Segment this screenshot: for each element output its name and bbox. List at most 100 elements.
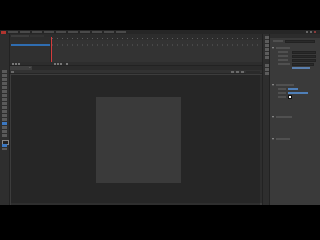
swf-history-toggle-icon[interactable] xyxy=(272,116,274,118)
free-transform-icon[interactable] xyxy=(2,78,7,81)
menu-view[interactable] xyxy=(32,31,42,33)
oval-icon[interactable] xyxy=(2,106,7,109)
motion-presets-icon[interactable] xyxy=(265,64,269,67)
publish-settings-button[interactable] xyxy=(292,67,310,69)
3d-rotation-icon[interactable] xyxy=(2,82,7,85)
collapsed-panels-strip xyxy=(262,34,270,205)
brush-icon[interactable] xyxy=(2,114,7,117)
zoom-icon[interactable] xyxy=(2,134,7,137)
fps-value[interactable] xyxy=(288,88,298,90)
target-select[interactable] xyxy=(292,55,316,58)
properties-section-toggle-icon[interactable] xyxy=(272,84,274,86)
frame-cell-marker xyxy=(92,44,93,46)
edit-bar xyxy=(10,70,262,74)
layer-row[interactable] xyxy=(11,44,50,46)
ruler-tick xyxy=(157,38,158,39)
ruler-tick xyxy=(137,38,138,39)
ruler-tick xyxy=(187,38,188,39)
close-window-icon[interactable] xyxy=(314,31,316,33)
library-panel-icon[interactable] xyxy=(265,44,269,47)
tools-panel xyxy=(0,34,10,205)
frame-cell-marker xyxy=(177,44,178,46)
menu-debug[interactable] xyxy=(104,31,114,33)
menu-file[interactable] xyxy=(8,31,18,33)
ruler-tick xyxy=(167,38,168,39)
app-window: × xyxy=(0,30,320,205)
subselection-tool-icon[interactable] xyxy=(2,74,7,77)
close-icon[interactable]: × xyxy=(29,67,31,69)
first-frame-icon[interactable] xyxy=(54,62,56,65)
components-panel-icon[interactable] xyxy=(265,72,269,75)
frame-cell-marker xyxy=(202,44,203,46)
align-panel-icon[interactable] xyxy=(265,48,269,51)
class-field[interactable] xyxy=(292,63,314,66)
info-panel-icon[interactable] xyxy=(265,56,269,59)
document-name-field[interactable] xyxy=(285,40,315,43)
maximize-icon[interactable] xyxy=(310,31,312,33)
menu-window[interactable] xyxy=(116,31,126,33)
accessibility-toggle-icon[interactable] xyxy=(272,138,274,140)
size-label xyxy=(278,92,286,94)
scene-breadcrumb[interactable] xyxy=(13,71,43,74)
frame-cell-marker xyxy=(167,44,168,46)
new-folder-icon[interactable] xyxy=(15,62,17,65)
paint-bucket-icon[interactable] xyxy=(2,118,7,121)
profile-label xyxy=(278,51,288,53)
frame-cell-marker xyxy=(182,44,183,46)
ruler-tick xyxy=(247,38,248,39)
horizontal-scrollbar[interactable] xyxy=(11,203,260,205)
ruler-tick xyxy=(87,38,88,39)
menu-control[interactable] xyxy=(92,31,102,33)
ruler-tick xyxy=(142,38,143,39)
rectangle-icon[interactable] xyxy=(2,102,7,105)
center-stage-icon[interactable] xyxy=(241,71,244,73)
menu-modify[interactable] xyxy=(56,31,66,33)
last-frame-icon[interactable] xyxy=(60,62,62,65)
play-icon[interactable] xyxy=(57,62,59,65)
edit-symbol-icon[interactable] xyxy=(236,71,239,73)
stage-canvas[interactable] xyxy=(96,97,181,183)
frame-cell-marker xyxy=(157,44,158,46)
color-panel-icon[interactable] xyxy=(265,36,269,39)
frame-cell-marker xyxy=(217,44,218,46)
pencil-icon[interactable] xyxy=(2,110,7,113)
script-select[interactable] xyxy=(292,59,316,62)
ruler-tick xyxy=(147,38,148,39)
hand-icon[interactable] xyxy=(2,130,7,133)
fill-color-icon[interactable] xyxy=(2,144,7,147)
text-icon[interactable] xyxy=(2,94,7,97)
line-icon[interactable] xyxy=(2,98,7,101)
menu-text[interactable] xyxy=(68,31,78,33)
stage-color-swatch[interactable] xyxy=(288,95,292,99)
profile-select[interactable] xyxy=(292,51,316,54)
size-value[interactable] xyxy=(288,92,308,94)
publish-section-label xyxy=(276,47,290,49)
ruler-tick xyxy=(242,38,243,39)
menu-insert[interactable] xyxy=(44,31,54,33)
ruler-tick xyxy=(237,38,238,39)
ruler-tick xyxy=(257,38,258,39)
playhead[interactable] xyxy=(51,37,52,64)
minimize-icon[interactable] xyxy=(306,31,308,33)
zoom-select[interactable] xyxy=(246,70,260,74)
frame-cell-marker xyxy=(247,44,248,46)
transform-panel-icon[interactable] xyxy=(265,52,269,55)
menu-commands[interactable] xyxy=(80,31,90,33)
onion-skin-icon[interactable] xyxy=(66,62,68,65)
pen-icon[interactable] xyxy=(2,90,7,93)
ruler-tick xyxy=(172,38,173,39)
frame-cell-marker xyxy=(242,44,243,46)
selection-tool-icon[interactable] xyxy=(2,70,7,73)
delete-layer-icon[interactable] xyxy=(18,62,20,65)
swap-colors-icon[interactable] xyxy=(2,148,7,150)
eraser-icon[interactable] xyxy=(2,126,7,129)
new-layer-icon[interactable] xyxy=(12,62,14,65)
menu-edit[interactable] xyxy=(20,31,30,33)
lasso-icon[interactable] xyxy=(2,86,7,89)
frame-grid[interactable] xyxy=(51,40,262,64)
eyedropper-icon[interactable] xyxy=(2,122,7,125)
swatches-panel-icon[interactable] xyxy=(265,40,269,43)
publish-section-toggle-icon[interactable] xyxy=(272,47,274,49)
edit-scene-icon[interactable] xyxy=(231,71,234,73)
code-snippets-icon[interactable] xyxy=(265,68,269,71)
